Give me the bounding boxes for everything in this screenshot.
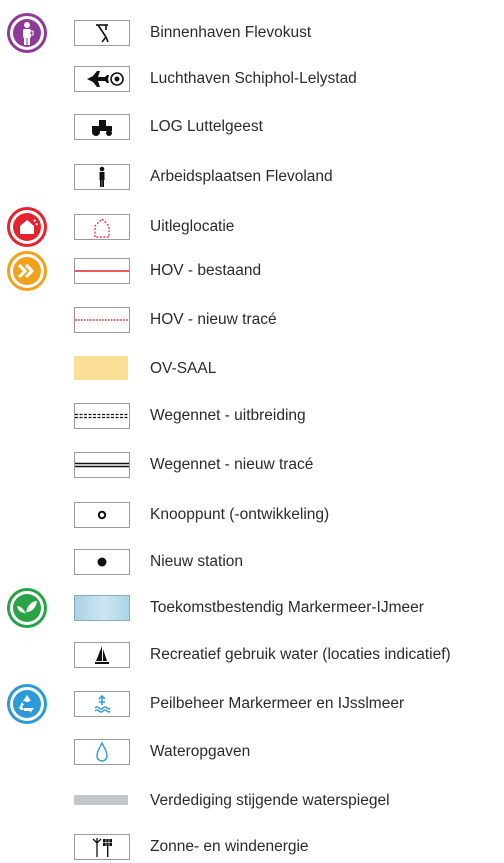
dotted-red-line-icon [74, 307, 130, 333]
harbor-crane-icon [74, 20, 130, 46]
solid-red-line-icon [74, 258, 130, 284]
water-drop-icon [74, 739, 130, 765]
dashed-house-icon [74, 214, 130, 240]
legend-row-arbeidsplaatsen: Arbeidsplaatsen Flevoland [0, 162, 504, 192]
legend-row-energie: Zonne- en windenergie [0, 832, 504, 862]
dashed-road-icon [74, 403, 130, 429]
yellow-band-icon [74, 356, 130, 382]
water-area-icon [74, 595, 130, 621]
legend-row-wateropgaven: Wateropgaven [0, 737, 504, 767]
legend-label: Wegennet - nieuw tracé [150, 456, 314, 473]
house-icon [7, 207, 47, 247]
double-chevron-icon [7, 251, 47, 291]
tractor-icon [74, 114, 130, 140]
leaf-icon [7, 588, 47, 628]
legend-label: HOV - bestaand [150, 262, 262, 279]
legend-row-nieuw-station: Nieuw station [0, 547, 504, 577]
legend-row-knooppunt: Knooppunt (-ontwikkeling) [0, 500, 504, 530]
legend-row-peilbeheer: Peilbeheer Markermeer en IJsslmeer [0, 684, 504, 724]
water-level-icon [74, 691, 130, 717]
legend-row-verdediging: Verdediging stijgende waterspiegel [0, 786, 504, 816]
legend-row-luchthaven: Luchthaven Schiphol-Lelystad [0, 64, 504, 94]
legend-row-uitleglocatie: Uitleglocatie [0, 207, 504, 247]
legend-label: Recreatief gebruik water (locaties indic… [150, 646, 451, 663]
legend-label: Wateropgaven [150, 743, 251, 760]
legend-row-hov-bestaand: HOV - bestaand [0, 251, 504, 291]
legend-row-binnenhaven: Binnenhaven Flevokust [0, 13, 504, 53]
double-line-road-icon [74, 452, 130, 478]
legend-row-recreatief: Recreatief gebruik water (locaties indic… [0, 640, 504, 670]
legend-label: Wegennet - uitbreiding [150, 407, 306, 424]
legend-label: Luchthaven Schiphol-Lelystad [150, 70, 357, 87]
open-circle-icon [74, 502, 130, 528]
legend-row-wegennet-nieuw: Wegennet - nieuw tracé [0, 450, 504, 480]
legend-label: Verdediging stijgende waterspiegel [150, 792, 390, 809]
wind-solar-icon [74, 834, 130, 860]
legend-label: Binnenhaven Flevokust [150, 24, 312, 41]
airplane-icon [74, 66, 130, 92]
legend-label: Uitleglocatie [150, 218, 235, 235]
legend-label: Knooppunt (-ontwikkeling) [150, 506, 330, 523]
legend-row-ov-saal: OV-SAAL [0, 354, 504, 384]
sailboat-icon [74, 642, 130, 668]
legend-row-log: LOG Luttelgeest [0, 112, 504, 142]
legend-row-wegennet-uitbreiding: Wegennet - uitbreiding [0, 401, 504, 431]
legend-label: Arbeidsplaatsen Flevoland [150, 168, 333, 185]
legend-label: Toekomstbestendig Markermeer-IJmeer [150, 599, 424, 616]
legend-label: OV-SAAL [150, 360, 217, 377]
legend-row-markermeer: Toekomstbestendig Markermeer-IJmeer [0, 588, 504, 628]
legend-label: Zonne- en windenergie [150, 838, 309, 855]
legend-label: Nieuw station [150, 553, 244, 570]
recycle-icon [7, 684, 47, 724]
person-icon [74, 164, 130, 190]
legend-row-hov-nieuw: HOV - nieuw tracé [0, 305, 504, 335]
legend-label: Peilbeheer Markermeer en IJsslmeer [150, 695, 405, 712]
legend-label: LOG Luttelgeest [150, 118, 263, 135]
grey-band-icon [74, 788, 130, 814]
legend-label: HOV - nieuw tracé [150, 311, 277, 328]
filled-circle-icon [74, 549, 130, 575]
worker-icon [7, 13, 47, 53]
